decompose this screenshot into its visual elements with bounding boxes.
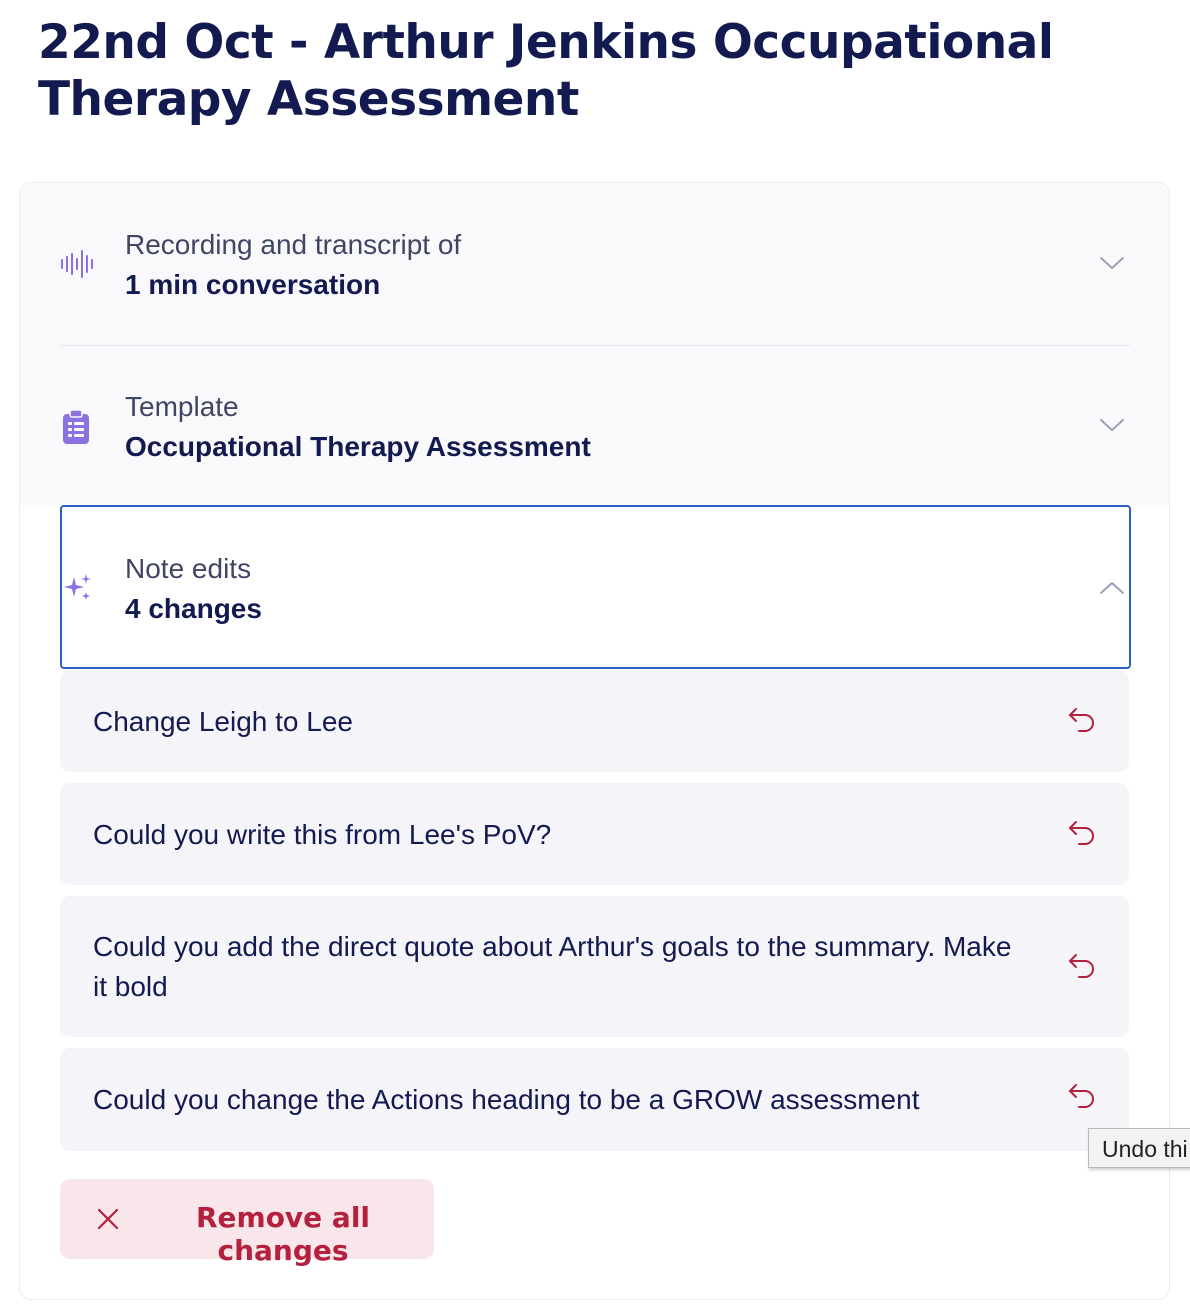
note-edits-section[interactable]: Note edits 4 changes	[60, 505, 1131, 669]
recording-duration: 1 min conversation	[125, 269, 381, 300]
remove-all-changes-label: Remove all changes	[195, 1201, 371, 1267]
remove-all-changes-button[interactable]: Remove all changes	[60, 1179, 434, 1267]
close-icon	[96, 1207, 120, 1234]
note-edits-label: Note edits	[125, 553, 252, 584]
edit-item-text: Could you add the direct quote about Art…	[93, 931, 1012, 1002]
template-label: Template	[125, 391, 239, 422]
clipboard-list-icon	[60, 409, 92, 450]
edit-item: Could you change the Actions heading to …	[60, 1048, 1129, 1151]
template-section[interactable]: Template Occupational Therapy Assessment	[60, 345, 1130, 507]
waveform-icon	[60, 249, 94, 284]
template-name: Occupational Therapy Assessment	[125, 431, 591, 462]
note-details-panel: Recording and transcript of 1 min conver…	[19, 182, 1170, 1300]
edit-item: Change Leigh to Lee	[60, 670, 1129, 772]
edit-item-text: Change Leigh to Lee	[93, 706, 353, 737]
edit-item-text: Could you write this from Lee's PoV?	[93, 819, 552, 850]
recording-label: Recording and transcript of	[125, 229, 462, 260]
edit-item: Could you write this from Lee's PoV?	[60, 783, 1129, 885]
chevron-down-icon[interactable]	[1099, 255, 1125, 276]
page-title: 22nd Oct - Arthur Jenkins Occupational T…	[38, 15, 1054, 127]
chevron-down-icon[interactable]	[1099, 417, 1125, 438]
undo-tooltip: Undo thi	[1088, 1128, 1190, 1168]
sparkles-icon	[63, 573, 93, 608]
undo-icon[interactable]	[1067, 950, 1097, 980]
undo-icon[interactable]	[1067, 817, 1097, 847]
edit-item: Could you add the direct quote about Art…	[60, 896, 1129, 1037]
undo-icon[interactable]	[1067, 1080, 1097, 1110]
undo-icon[interactable]	[1067, 704, 1097, 734]
recording-section[interactable]: Recording and transcript of 1 min conver…	[60, 183, 1130, 345]
note-edits-count: 4 changes	[125, 593, 262, 624]
chevron-up-icon[interactable]	[1099, 580, 1125, 601]
edit-item-text: Could you change the Actions heading to …	[93, 1084, 920, 1115]
